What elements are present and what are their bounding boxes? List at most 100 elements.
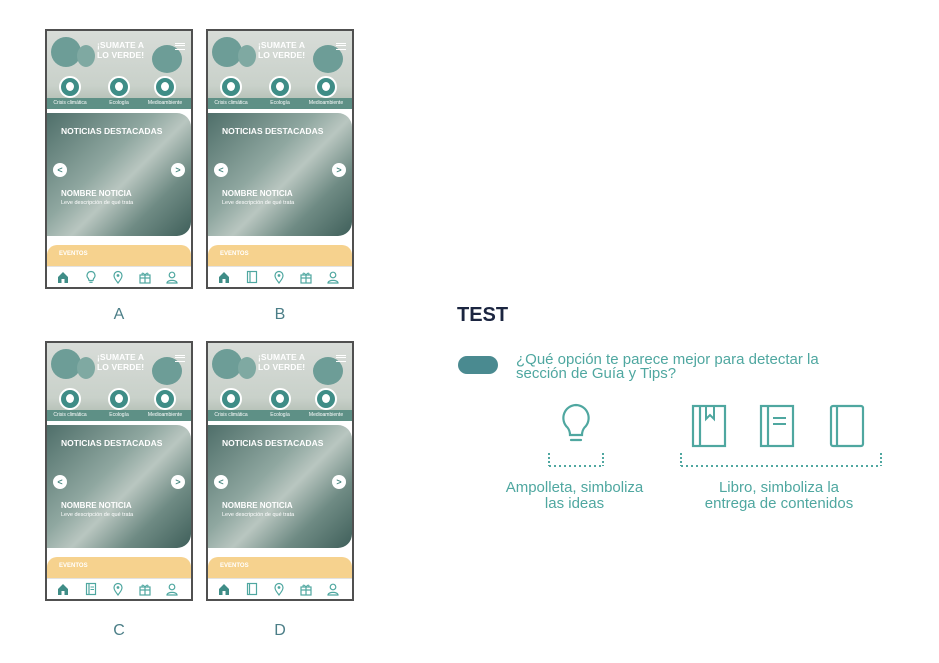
- news-name: NOMBRE NOTICIA: [61, 189, 132, 198]
- book-icon[interactable]: [245, 582, 259, 596]
- news-name: NOMBRE NOTICIA: [222, 189, 293, 198]
- book-bookmark-icon: [691, 404, 727, 448]
- category-crisis[interactable]: Crisis climática: [50, 76, 90, 106]
- hero-title: ¡SUMATE A LO VERDE!: [97, 352, 145, 372]
- news-heading: NOTICIAS DESTACADAS: [222, 126, 324, 136]
- bracket-book: [680, 453, 882, 467]
- user-icon[interactable]: [165, 270, 179, 284]
- drop-icon: [59, 76, 81, 98]
- drop-icon: [220, 388, 242, 410]
- user-icon[interactable]: [326, 270, 340, 284]
- prev-arrow-button[interactable]: <: [214, 475, 228, 489]
- bracket-lightbulb: [548, 453, 604, 467]
- bottom-nav: [208, 266, 352, 287]
- lightbulb-icon: [562, 403, 590, 442]
- menu-icon[interactable]: [336, 43, 346, 50]
- news-heading: NOTICIAS DESTACADAS: [61, 438, 163, 448]
- hero-title: ¡SUMATE A LO VERDE!: [258, 40, 306, 60]
- category-environment[interactable]: Medioambiente: [145, 76, 185, 106]
- mockup-label-a: A: [113, 306, 125, 323]
- mockup-label-c: C: [113, 622, 125, 639]
- mockup-label-b: B: [274, 306, 286, 323]
- hero-banner: ¡SUMATE A LO VERDE! Crisis climática Eco…: [47, 31, 191, 109]
- hero-title: ¡SUMATE A LO VERDE!: [258, 352, 306, 372]
- gift-icon[interactable]: [138, 582, 152, 596]
- menu-icon[interactable]: [336, 355, 346, 362]
- news-description: Leve descripción de qué trata: [61, 200, 134, 206]
- home-icon[interactable]: [217, 582, 231, 596]
- tree-icon: [154, 76, 176, 98]
- prev-arrow-button[interactable]: <: [53, 163, 67, 177]
- category-crisis[interactable]: Crisis climática: [50, 388, 90, 418]
- book-lines-icon: [759, 404, 795, 448]
- gift-icon[interactable]: [299, 270, 313, 284]
- gift-icon[interactable]: [299, 582, 313, 596]
- category-environment[interactable]: Medioambiente: [306, 388, 346, 418]
- test-question: ¿Qué opción te parece mejor para detecta…: [516, 351, 819, 382]
- home-icon[interactable]: [217, 270, 231, 284]
- category-environment[interactable]: Medioambiente: [306, 76, 346, 106]
- mockup-a: ¡SUMATE A LO VERDE! Crisis climática Eco…: [45, 29, 193, 289]
- mockup-label-d: D: [274, 622, 286, 639]
- map-pin-icon[interactable]: [111, 582, 125, 596]
- hero-banner: ¡SUMATE A LO VERDE! Crisis climática Eco…: [208, 343, 352, 421]
- hand-leaf-icon: [108, 388, 130, 410]
- test-title: TEST: [457, 304, 509, 326]
- question-marker: [458, 356, 498, 374]
- next-arrow-button[interactable]: >: [171, 163, 185, 177]
- category-ecology[interactable]: Ecología: [99, 388, 139, 418]
- mockup-c: ¡SUMATE A LO VERDE! Crisis climática Eco…: [45, 341, 193, 601]
- mockup-d: ¡SUMATE A LO VERDE! Crisis climática Eco…: [206, 341, 354, 601]
- hero-title: ¡SUMATE A LO VERDE!: [97, 40, 145, 60]
- news-carousel: NOTICIAS DESTACADAS < > NOMBRE NOTICIA L…: [208, 113, 352, 236]
- hero-banner: ¡SUMATE A LO VERDE! Crisis climática Eco…: [208, 31, 352, 109]
- drop-icon: [220, 76, 242, 98]
- next-arrow-button[interactable]: >: [171, 475, 185, 489]
- next-arrow-button[interactable]: >: [332, 163, 346, 177]
- prev-arrow-button[interactable]: <: [214, 163, 228, 177]
- category-ecology[interactable]: Ecología: [260, 388, 300, 418]
- news-carousel: NOTICIAS DESTACADAS < > NOMBRE NOTICIA L…: [47, 425, 191, 548]
- book-icon: [829, 404, 865, 448]
- book-icon[interactable]: [245, 270, 259, 284]
- tree-icon: [315, 388, 337, 410]
- hand-leaf-icon: [269, 388, 291, 410]
- home-icon[interactable]: [56, 270, 70, 284]
- news-name: NOMBRE NOTICIA: [222, 501, 293, 510]
- category-ecology[interactable]: Ecología: [260, 76, 300, 106]
- user-icon[interactable]: [165, 582, 179, 596]
- news-name: NOMBRE NOTICIA: [61, 501, 132, 510]
- bottom-nav: [47, 578, 191, 599]
- hand-leaf-icon: [108, 76, 130, 98]
- category-crisis[interactable]: Crisis climática: [211, 76, 251, 106]
- news-description: Leve descripción de qué trata: [222, 512, 295, 518]
- bottom-nav: [208, 578, 352, 599]
- events-label: EVENTOS: [59, 563, 88, 569]
- gift-icon[interactable]: [138, 270, 152, 284]
- category-crisis[interactable]: Crisis climática: [211, 388, 251, 418]
- drop-icon: [59, 388, 81, 410]
- news-heading: NOTICIAS DESTACADAS: [222, 438, 324, 448]
- events-label: EVENTOS: [220, 563, 249, 569]
- news-description: Leve descripción de qué trata: [61, 512, 134, 518]
- category-ecology[interactable]: Ecología: [99, 76, 139, 106]
- news-description: Leve descripción de qué trata: [222, 200, 295, 206]
- next-arrow-button[interactable]: >: [332, 475, 346, 489]
- home-icon[interactable]: [56, 582, 70, 596]
- prev-arrow-button[interactable]: <: [53, 475, 67, 489]
- user-icon[interactable]: [326, 582, 340, 596]
- news-carousel: NOTICIAS DESTACADAS < > NOMBRE NOTICIA L…: [47, 113, 191, 236]
- category-environment[interactable]: Medioambiente: [145, 388, 185, 418]
- events-label: EVENTOS: [59, 251, 88, 257]
- mockup-b: ¡SUMATE A LO VERDE! Crisis climática Eco…: [206, 29, 354, 289]
- menu-icon[interactable]: [175, 43, 185, 50]
- menu-icon[interactable]: [175, 355, 185, 362]
- news-carousel: NOTICIAS DESTACADAS < > NOMBRE NOTICIA L…: [208, 425, 352, 548]
- map-pin-icon[interactable]: [272, 582, 286, 596]
- lightbulb-icon[interactable]: [84, 270, 98, 284]
- tree-icon: [315, 76, 337, 98]
- map-pin-icon[interactable]: [111, 270, 125, 284]
- hand-leaf-icon: [269, 76, 291, 98]
- map-pin-icon[interactable]: [272, 270, 286, 284]
- book-icon[interactable]: [84, 582, 98, 596]
